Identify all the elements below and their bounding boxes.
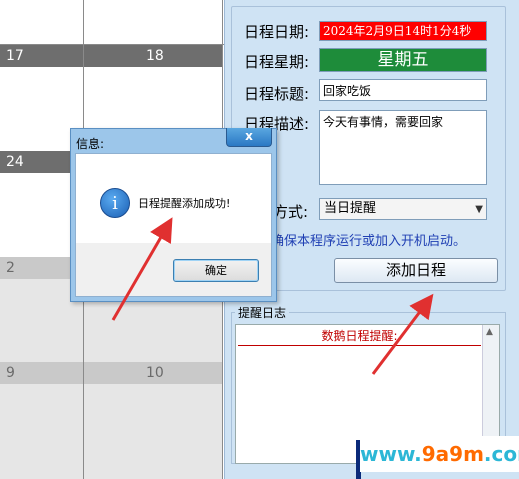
calendar-day-header[interactable]: 17	[0, 45, 83, 67]
day-number: 2	[6, 260, 15, 276]
week-label: 日程星期:	[244, 53, 310, 71]
day-number: 9	[6, 365, 15, 381]
info-icon: i	[100, 188, 130, 218]
day-number: 18	[146, 48, 164, 64]
title-input[interactable]: 回家吃饭	[319, 79, 487, 101]
day-number: 24	[6, 154, 24, 170]
remind-method-label: 方式:	[273, 203, 309, 221]
day-number: 10	[146, 365, 164, 381]
close-button[interactable]: x	[226, 128, 272, 147]
calendar-divider	[0, 44, 224, 45]
ok-button[interactable]: 确定	[173, 259, 259, 282]
remind-method-value: 当日提醒	[324, 201, 377, 216]
calendar-day-cell[interactable]	[0, 384, 83, 479]
day-number: 17	[6, 48, 24, 64]
dialog-message-area: i 日程提醒添加成功!	[76, 154, 271, 243]
add-schedule-button[interactable]: 添加日程	[334, 258, 498, 283]
date-field[interactable]: 2024年2月9日14时1分4秒	[319, 21, 487, 41]
close-icon: x	[245, 129, 253, 143]
title-label: 日程标题:	[244, 85, 310, 103]
info-dialog: 信息: x i 日程提醒添加成功! 确定	[70, 128, 277, 302]
chevron-down-icon: ▼	[475, 204, 483, 215]
watermark-prefix: www.	[360, 442, 422, 466]
week-field[interactable]: 星期五	[319, 48, 487, 72]
date-label: 日程日期:	[244, 23, 310, 41]
description-textarea[interactable]: 今天有事情，需要回家	[319, 110, 487, 185]
startup-hint: 确保本程序运行或加入开机启动。	[271, 234, 467, 249]
dialog-body: i 日程提醒添加成功! 确定	[75, 153, 272, 297]
watermark-suffix: .com	[483, 442, 519, 466]
log-title: 提醒日志	[235, 304, 290, 321]
site-watermark: www.9a9m.com	[360, 436, 519, 472]
dialog-title: 信息:	[76, 137, 105, 151]
calendar-day-header[interactable]: 18	[84, 45, 222, 67]
calendar-day-header[interactable]: 10	[84, 362, 222, 384]
log-entry: 数鹅日程提醒:	[238, 327, 481, 346]
dialog-message: 日程提醒添加成功!	[138, 197, 231, 210]
calendar-day-cell[interactable]	[84, 384, 222, 479]
remind-method-select[interactable]: 当日提醒 ▼	[319, 198, 487, 220]
scroll-up-icon[interactable]: ▲	[486, 327, 493, 337]
watermark-domain: 9a9m	[421, 442, 484, 466]
calendar-day-header[interactable]: 9	[0, 362, 83, 384]
